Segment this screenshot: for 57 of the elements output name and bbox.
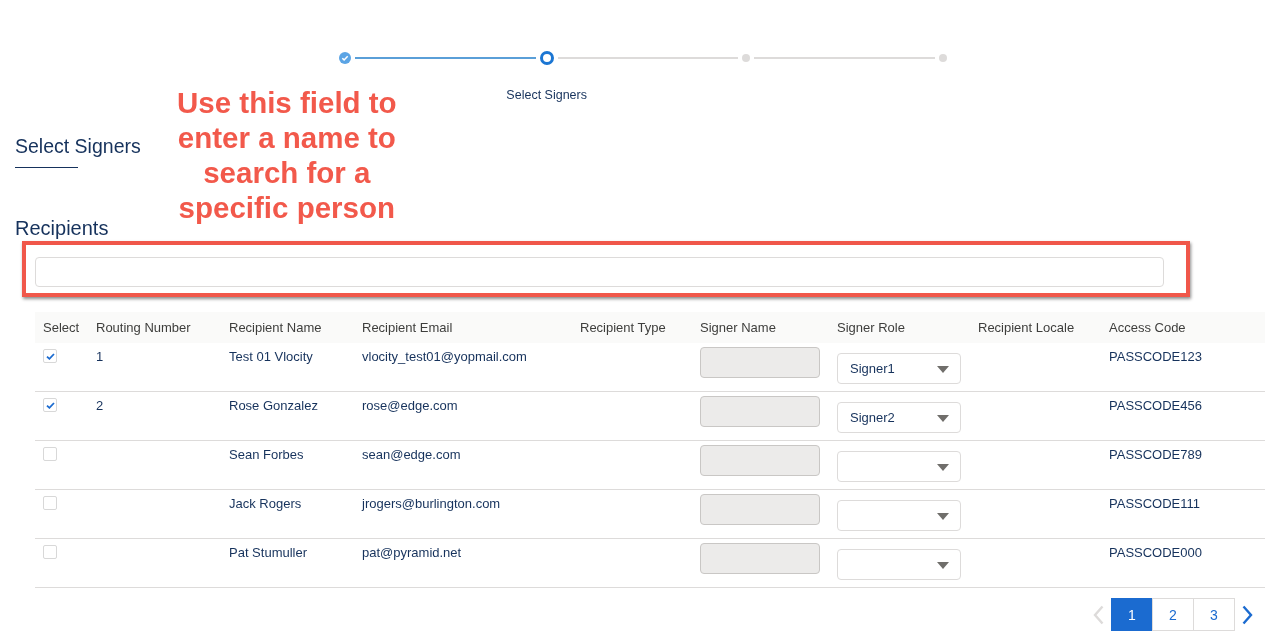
caret-icon [937, 464, 949, 471]
table-cell: vlocity_test01@yopmail.com [362, 348, 527, 365]
column-header: Routing Number [96, 319, 191, 335]
role-select[interactable] [837, 451, 961, 482]
page-button[interactable]: 3 [1193, 598, 1235, 631]
column-header: Access Code [1109, 319, 1186, 335]
page-button[interactable]: 1 [1111, 598, 1153, 631]
row-checkbox[interactable] [43, 496, 57, 510]
caret-icon [937, 366, 949, 373]
check-icon [45, 352, 55, 360]
table-cell: Jack Rogers [229, 495, 302, 512]
table-cell: PASSCODE000 [1109, 544, 1202, 561]
chevron-right-icon [1241, 604, 1253, 625]
caret-icon [937, 562, 949, 569]
row-checkbox[interactable] [43, 545, 57, 559]
column-header: Recipient Locale [978, 319, 1075, 335]
role-select[interactable] [837, 500, 961, 531]
column-header: Signer Role [837, 319, 905, 335]
column-header: Recipient Email [362, 319, 453, 335]
table-cell: Pat Stumuller [229, 544, 308, 561]
table-cell: rose@edge.com [362, 397, 458, 414]
check-circle-icon[interactable] [339, 52, 351, 64]
role-select[interactable] [837, 549, 961, 580]
table-cell: Test 01 Vlocity [229, 348, 313, 365]
row-checkbox[interactable] [43, 398, 57, 412]
table-cell: PASSCODE123 [1109, 348, 1202, 365]
recipients-heading: Recipients [15, 217, 109, 239]
table-cell: 1 [96, 348, 104, 365]
table-cell: 2 [96, 397, 104, 414]
column-header: Recipient Name [229, 319, 322, 335]
caret-icon [937, 513, 949, 520]
role-select[interactable]: Signer1 [837, 353, 961, 384]
table-cell: jrogers@burlington.com [362, 495, 501, 512]
column-header: Recipient Type [580, 319, 666, 335]
table-cell: Sean Forbes [229, 446, 304, 463]
column-header: Signer Name [700, 319, 776, 335]
annotation-text: Use this field to enter a name to search for a specific person [177, 85, 397, 225]
table-cell: Rose Gonzalez [229, 397, 318, 414]
column-header: Select [43, 319, 80, 335]
row-checkbox[interactable] [43, 349, 57, 363]
table-cell: PASSCODE456 [1109, 397, 1202, 414]
table-cell: pat@pyramid.net [362, 544, 462, 561]
section-title: Select Signers [15, 134, 141, 158]
table-cell: PASSCODE789 [1109, 446, 1202, 463]
dot-icon[interactable] [939, 54, 947, 62]
table-cell: PASSCODE111 [1109, 495, 1201, 512]
row-checkbox[interactable] [43, 447, 57, 461]
ring-icon[interactable] [539, 51, 554, 65]
search-field[interactable] [35, 257, 1164, 287]
role-select[interactable]: Signer2 [837, 402, 961, 433]
page-button[interactable]: 2 [1152, 598, 1194, 631]
table-cell: sean@edge.com [362, 446, 461, 463]
check-icon [45, 401, 55, 409]
chevron-left-icon [1092, 604, 1104, 625]
dot-icon[interactable] [742, 54, 751, 62]
step-label: Select Signers [506, 87, 587, 103]
caret-icon [937, 415, 949, 422]
